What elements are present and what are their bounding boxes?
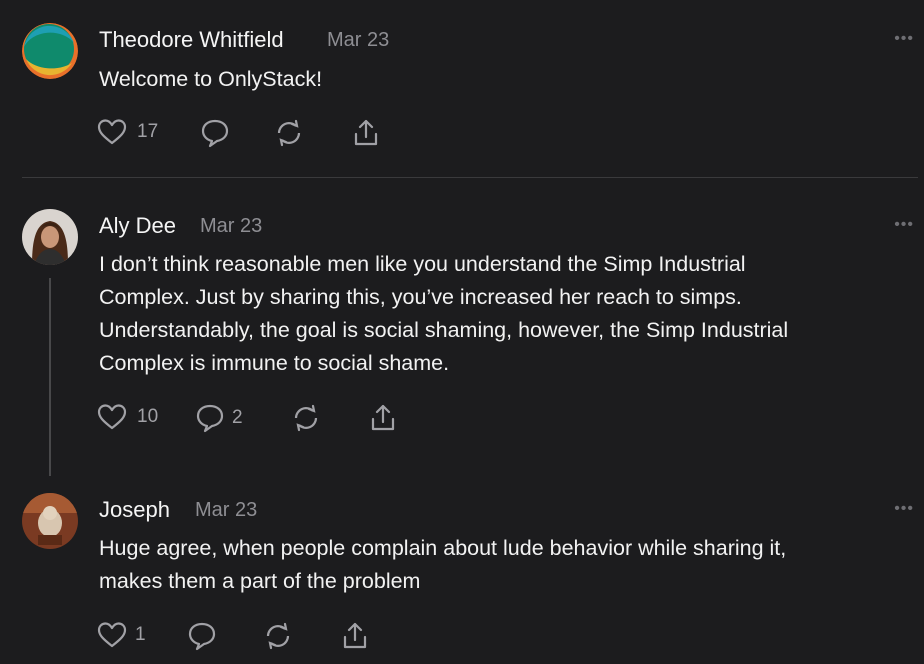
avatar[interactable] — [22, 493, 78, 549]
post-text: I don’t think reasonable men like you un… — [99, 248, 899, 380]
comment-icon — [194, 403, 226, 433]
post-text-line: Huge agree, when people complain about l… — [99, 536, 787, 560]
restack-icon — [290, 403, 322, 433]
comment-button[interactable] — [199, 118, 231, 148]
share-icon — [340, 621, 370, 651]
post-text-line: I don’t think reasonable men like you un… — [99, 252, 746, 276]
share-icon — [351, 118, 381, 148]
like-count: 17 — [137, 121, 159, 142]
share-icon — [368, 403, 398, 433]
heart-icon — [97, 403, 127, 431]
more-options-icon[interactable]: ••• — [894, 501, 914, 517]
restack-icon — [273, 118, 305, 148]
comment-count: 2 — [232, 407, 243, 428]
comment-button[interactable] — [186, 621, 218, 651]
post-text: Huge agree, when people complain about l… — [99, 532, 899, 598]
like-button[interactable]: 10 — [97, 403, 158, 431]
post-text-line: Complex. Just by sharing this, you’ve in… — [99, 285, 742, 309]
thread-line — [49, 278, 51, 476]
more-options-icon[interactable]: ••• — [894, 217, 914, 233]
heart-icon — [97, 621, 127, 649]
like-button[interactable]: 1 — [97, 621, 146, 649]
post-divider — [22, 177, 918, 178]
post-text: Welcome to OnlyStack! — [99, 67, 323, 91]
restack-button[interactable] — [262, 621, 294, 651]
post-date: Mar 23 — [195, 499, 258, 521]
comment-icon — [199, 118, 231, 148]
share-button[interactable] — [368, 403, 398, 433]
author-name[interactable]: Aly Dee — [99, 213, 176, 239]
comment-icon — [186, 621, 218, 651]
post-date: Mar 23 — [200, 215, 263, 237]
more-options-icon[interactable]: ••• — [894, 31, 914, 47]
post-text-line: Understandably, the goal is social shami… — [99, 318, 789, 342]
avatar[interactable] — [22, 23, 78, 79]
share-button[interactable] — [351, 118, 381, 148]
restack-button[interactable] — [273, 118, 305, 148]
restack-button[interactable] — [290, 403, 322, 433]
restack-icon — [262, 621, 294, 651]
like-button[interactable]: 17 — [97, 118, 158, 146]
like-count: 1 — [135, 624, 146, 645]
post-text-line: makes them a part of the problem — [99, 569, 421, 593]
post-date: Mar 23 — [327, 29, 390, 51]
post-text-line: Complex is immune to social shame. — [99, 351, 450, 375]
share-button[interactable] — [340, 621, 370, 651]
avatar[interactable] — [22, 209, 78, 265]
author-name[interactable]: Theodore Whitfield — [99, 27, 284, 53]
author-name[interactable]: Joseph — [99, 497, 170, 523]
heart-icon — [97, 118, 127, 146]
comment-button[interactable]: 2 — [194, 403, 243, 433]
like-count: 10 — [137, 406, 159, 427]
